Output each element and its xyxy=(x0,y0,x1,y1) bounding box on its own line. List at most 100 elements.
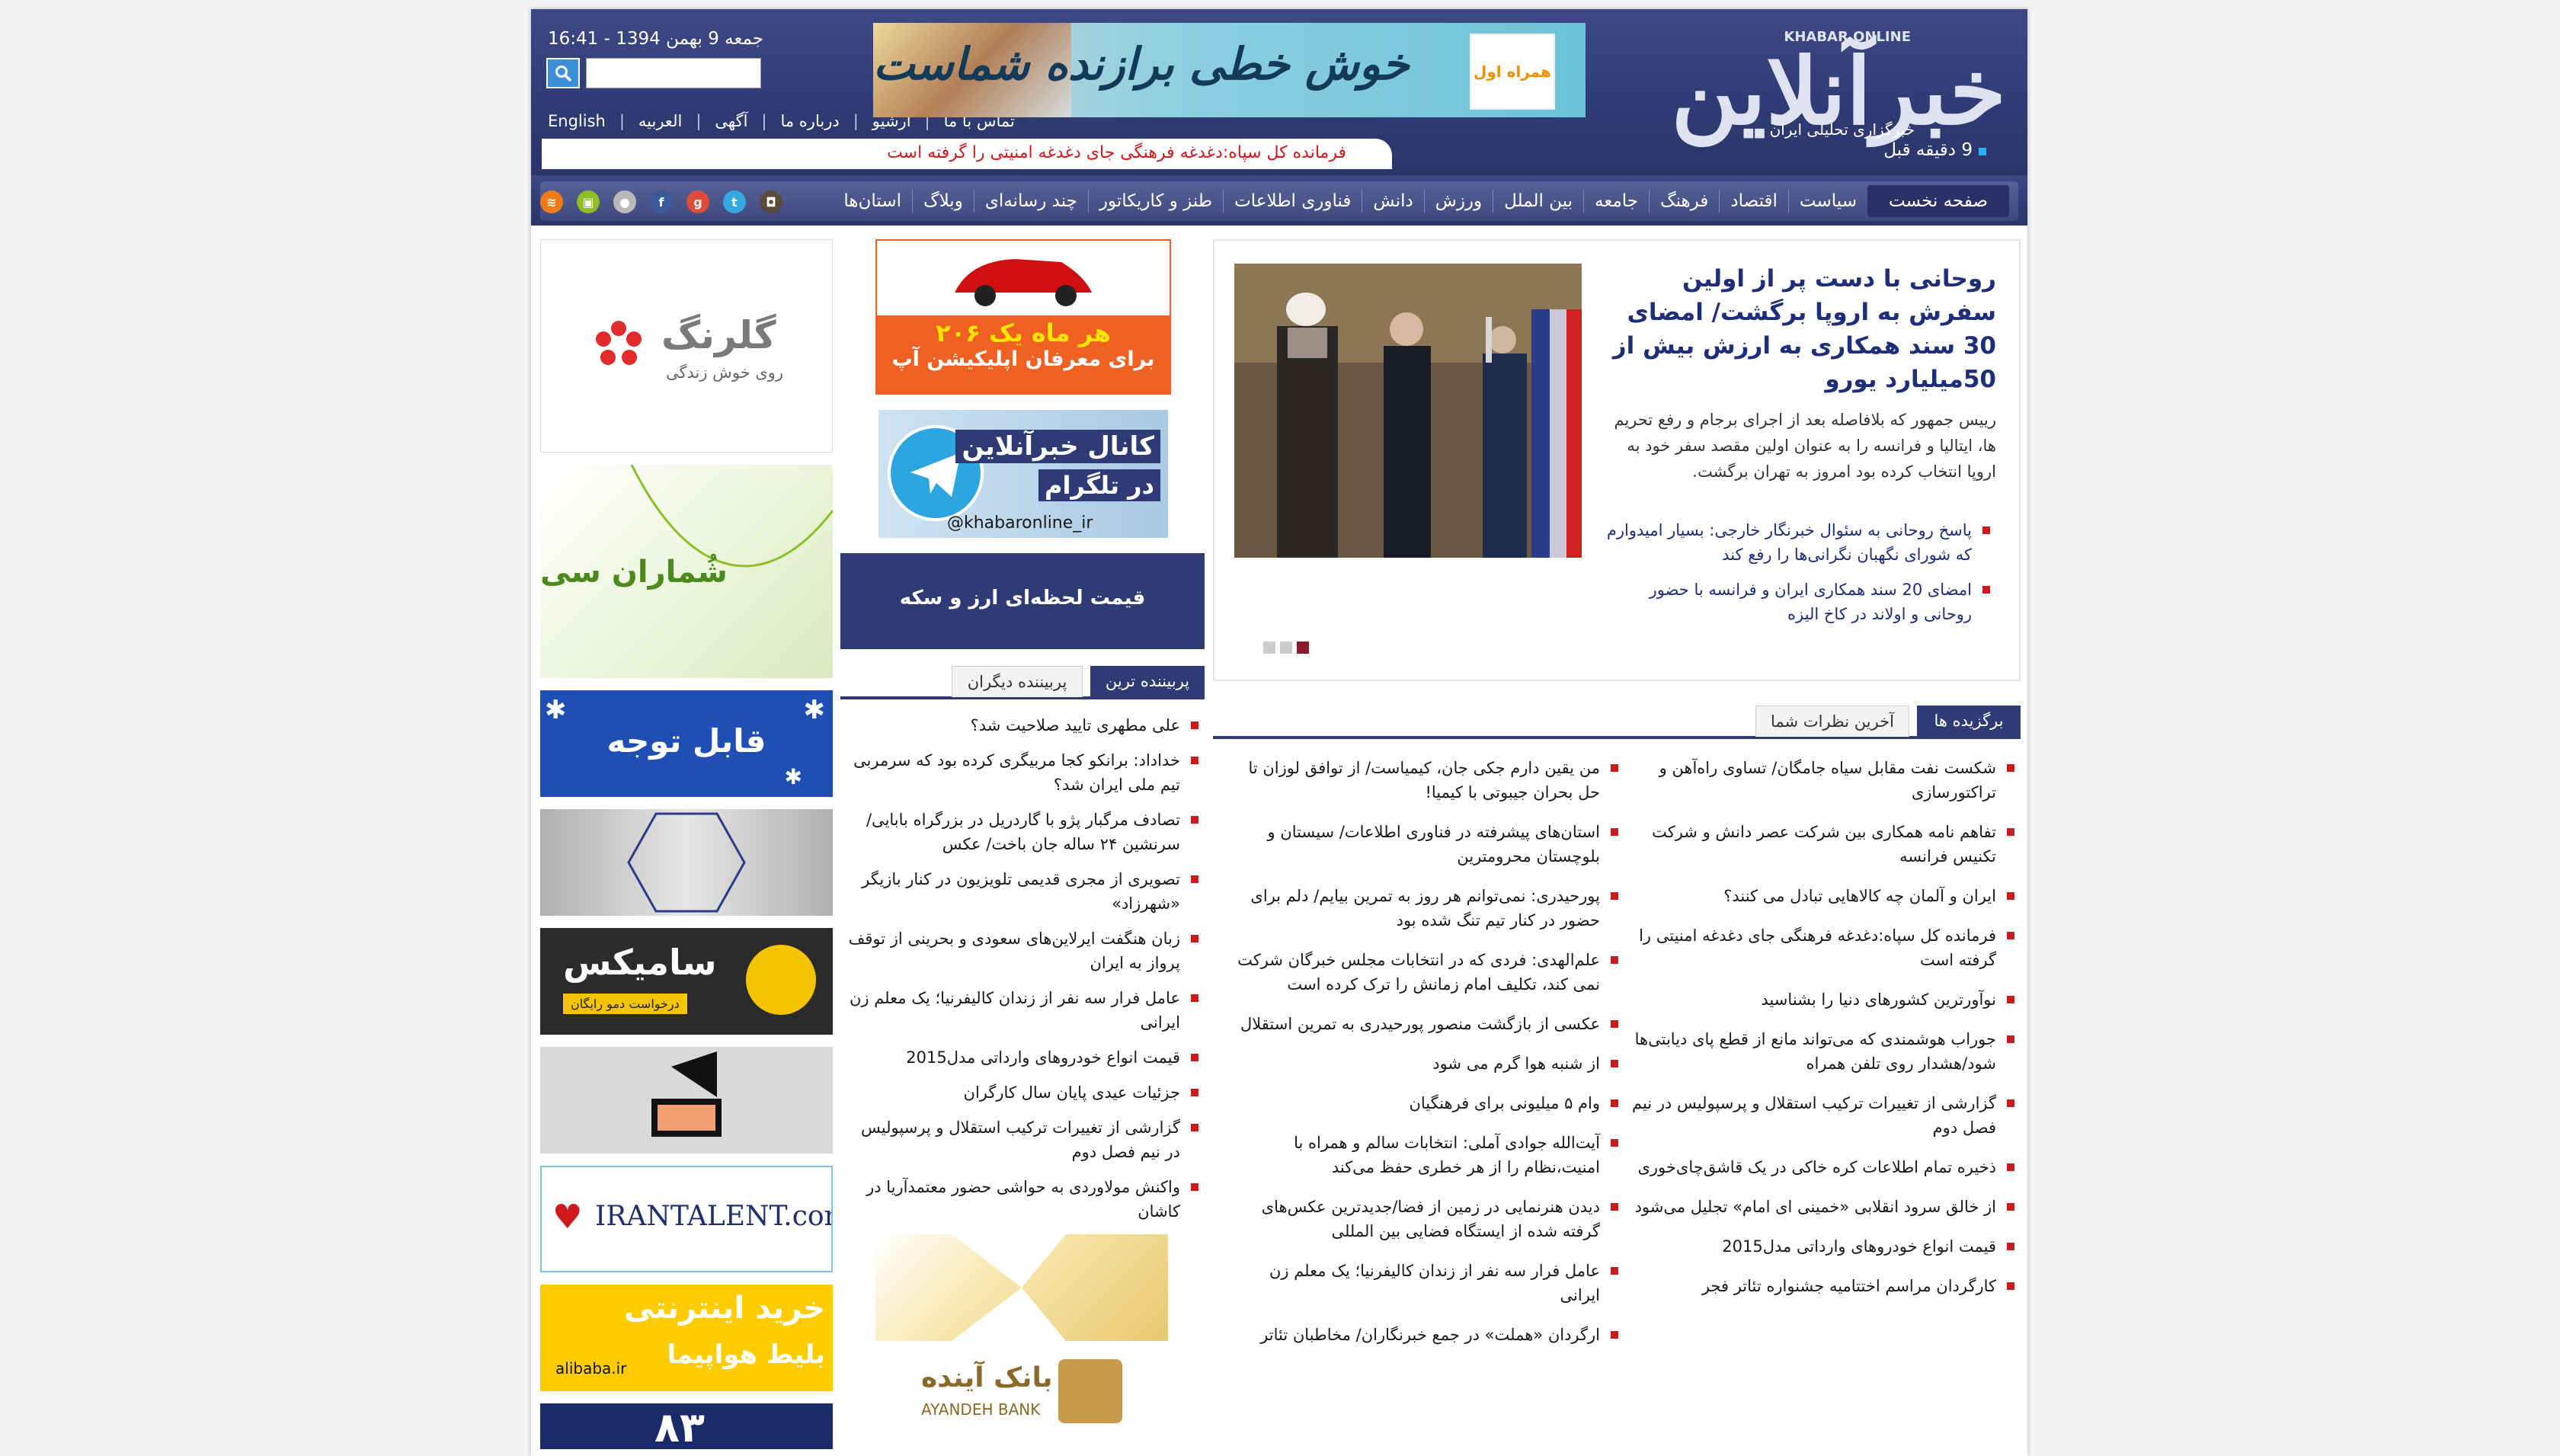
gold-ad[interactable] xyxy=(875,1234,1168,1341)
slider-dot[interactable] xyxy=(1263,642,1275,654)
news-list-item[interactable]: تصادف مرگبار پژو با گاردریل در بزرگراه ب… xyxy=(840,808,1205,856)
rss-icon[interactable]: ≋ xyxy=(540,190,563,213)
hexagon-icon xyxy=(627,812,746,913)
news-list-item[interactable]: نوآورترین کشورهای دنیا را بشناسید xyxy=(1624,987,2021,1012)
nav-economy[interactable]: اقتصاد xyxy=(1720,191,1788,211)
search-input[interactable] xyxy=(586,58,761,88)
nav-home[interactable]: صفحه نخست xyxy=(1867,185,2009,217)
tab-latest-comments[interactable]: آخرین نظرات شما xyxy=(1755,706,1909,737)
news-list-item[interactable]: ذخیره تمام اطلاعات کره خاکی در یک قاشق‌چ… xyxy=(1624,1155,2021,1179)
link-ads[interactable]: آگهی xyxy=(715,112,747,130)
news-list-item[interactable]: ارگردان «هملت» در جمع خبرنگاران/ مخاطبان… xyxy=(1228,1323,1624,1347)
news-list-item[interactable]: خداداد: برانکو کجا مربیگری کرده بود که س… xyxy=(840,748,1205,797)
samix-ad[interactable]: سامیکس درخواست دمو رایگان xyxy=(540,928,833,1035)
selected-col-right: شکست نفت مقابل سیاه جامگان/ تساوی راه‌آه… xyxy=(1624,756,2021,1362)
news-list-item[interactable]: از خالق سرود انقلابی «خمینی ای امام» تجل… xyxy=(1624,1195,2021,1219)
news-list-item[interactable]: استان‌های پیشرفته در فناوری اطلاعات/ سیس… xyxy=(1228,820,1624,869)
news-list-item[interactable]: گزارشی از تغییرات ترکیب استقلال و پرسپول… xyxy=(840,1115,1205,1164)
related-item[interactable]: پاسخ روحانی به سئوال خبرنگار خارجی: بسیا… xyxy=(1600,518,1996,567)
rates-title: قیمت لحظه‌ای ارز و سکه xyxy=(899,587,1146,610)
news-list-item[interactable]: کارگردان مراسم اختتامیه جشنواره تئاتر فج… xyxy=(1624,1274,2021,1298)
car-ad-line2: برای معرفان اپلیکیشن آپ xyxy=(891,347,1155,371)
related-item[interactable]: امضای 20 سند همکاری ایران و فرانسه با حض… xyxy=(1600,578,1996,626)
nav-it[interactable]: فناوری اطلاعات xyxy=(1224,191,1362,211)
lead-title[interactable]: روحانی با دست پر از اولین سفرش به اروپا … xyxy=(1600,262,1996,396)
bottom-ad[interactable]: ۸۳ xyxy=(540,1403,833,1449)
news-list-item[interactable]: من یقین دارم جکی جان، کیمیاست/ از توافق … xyxy=(1228,756,1624,805)
nav-politics[interactable]: سیاست xyxy=(1789,191,1867,211)
slider-dot[interactable] xyxy=(1280,642,1292,654)
news-list-item[interactable]: جزئیات عیدی پایان سال کارگران xyxy=(840,1080,1205,1105)
ayandeh-bank-ad[interactable]: بانک آینده AYANDEH BANK xyxy=(875,1355,1168,1428)
nav-humor[interactable]: طنز و کاریکاتور xyxy=(1089,191,1223,211)
news-list-item[interactable]: زبان هنگفت ایرلاین‌های سعودی و بحرینی از… xyxy=(840,926,1205,975)
car-ad[interactable]: هر ماه یک ۲۰۶ برای معرفان اپلیکیشن آپ xyxy=(875,239,1171,395)
ticker-headline[interactable]: فرمانده کل سپاه:دغدغه فرهنگی جای دغدغه ا… xyxy=(887,143,1346,162)
nav-sports[interactable]: ورزش xyxy=(1425,191,1493,211)
news-list-item[interactable]: شکست نفت مقابل سیاه جامگان/ تساوی راه‌آه… xyxy=(1624,756,2021,805)
facebook-icon[interactable]: f xyxy=(650,190,673,213)
lead-story[interactable]: روحانی با دست پر از اولین سفرش به اروپا … xyxy=(1213,239,2021,681)
news-list-item[interactable]: علم‌الهدی: فردی که در انتخابات مجلس خبرگ… xyxy=(1228,948,1624,997)
news-list-item[interactable]: آیت‌الله جوادی آملی: انتخابات سالم و همر… xyxy=(1228,1131,1624,1179)
news-list-item[interactable]: عامل فرار سه نفر از زندان کالیفرنیا؛ یک … xyxy=(840,986,1205,1035)
tab-most-viewed[interactable]: پربیننده ترین xyxy=(1090,666,1205,696)
nav-international[interactable]: بین الملل xyxy=(1493,191,1583,211)
twitter-icon[interactable]: t xyxy=(723,190,746,213)
news-list-item[interactable]: فرمانده کل سپاه:دغدغه فرهنگی جای دغدغه ا… xyxy=(1624,923,2021,972)
telegram-ad[interactable]: کانال خبرآنلاین در تلگرام @khabaronline_… xyxy=(878,410,1168,538)
attention-ad[interactable]: قابل توجه ✱ ✱ ✱ xyxy=(540,690,833,797)
search-button[interactable] xyxy=(546,58,580,88)
gramophone-ad[interactable] xyxy=(540,1047,833,1154)
search-icon xyxy=(555,66,572,82)
news-list-item[interactable]: پورحیدری: نمی‌توانم هر روز به تمرین بیای… xyxy=(1228,884,1624,933)
nav-provinces[interactable]: استان‌ها xyxy=(833,191,912,211)
car-ad-line1: هر ماه یک ۲۰۶ xyxy=(936,318,1111,347)
middle-column: هر ماه یک ۲۰۶ برای معرفان اپلیکیشن آپ کا… xyxy=(840,239,1205,1428)
nav-multimedia[interactable]: چند رسانه‌ای xyxy=(974,191,1088,211)
apple-icon[interactable]: ● xyxy=(613,190,636,213)
googleplus-icon[interactable]: g xyxy=(686,190,709,213)
link-arabic[interactable]: العربیه xyxy=(638,112,682,130)
news-ticker[interactable]: فرمانده کل سپاه:دغدغه فرهنگی جای دغدغه ا… xyxy=(542,139,1392,169)
bank-name-fa: بانک آینده xyxy=(921,1362,1053,1394)
nav-society[interactable]: جامعه xyxy=(1584,191,1649,211)
nav-blog[interactable]: وبلاگ xyxy=(913,191,974,211)
site-logo[interactable]: خبرآنلاین KHABAR ONLINE خبرگزاری تحلیلی … xyxy=(1671,23,2009,146)
news-list-item[interactable]: واکنش مولاوردی به حواشی حضور معتمدآریا د… xyxy=(840,1175,1205,1224)
news-list-item[interactable]: عکسی از بازگشت منصور پورحیدری به تمرین ا… xyxy=(1228,1012,1624,1036)
irantalent-ad[interactable]: IRANTALENT.com ♥ xyxy=(540,1166,833,1272)
news-list-item[interactable]: ایران و آلمان چه کالاهایی تبادل می کنند؟ xyxy=(1624,884,2021,908)
shomaran-title: شُماران سی xyxy=(540,555,728,590)
news-list-item[interactable]: عامل فرار سه نفر از زندان کالیفرنیا؛ یک … xyxy=(1228,1259,1624,1307)
hexagon-ad[interactable] xyxy=(540,809,833,916)
instagram-icon[interactable]: ◘ xyxy=(760,190,782,213)
android-icon[interactable]: ▣ xyxy=(577,190,600,213)
shomaran-ad[interactable]: شُماران سی xyxy=(540,465,833,678)
telegram-handle: @khabaronline_ir xyxy=(947,514,1093,533)
tab-others-viewed[interactable]: پربیننده دیگران xyxy=(952,666,1083,697)
nav-culture[interactable]: فرهنگ xyxy=(1650,191,1719,211)
news-list-item[interactable]: جوراب هوشمندی که می‌تواند مانع از قطع پا… xyxy=(1624,1027,2021,1076)
nav-science[interactable]: دانش xyxy=(1362,191,1423,211)
news-list-item[interactable]: گزارشی از تغییرات ترکیب استقلال و پرسپول… xyxy=(1624,1091,2021,1140)
samix-logo-icon xyxy=(746,945,816,1015)
top-banner-ad[interactable]: خوش خطی برازنده شماست ... همراه اول xyxy=(873,23,1586,117)
news-list-item[interactable]: قیمت انواع خودروهای وارداتی مدل2015 xyxy=(1624,1234,2021,1259)
link-about[interactable]: درباره ما xyxy=(780,112,839,130)
news-list-item[interactable]: تصویری از مجری قدیمی تلویزیون در کنار با… xyxy=(840,867,1205,916)
golrang-ad[interactable]: گلرنگ روی خوش زندگی xyxy=(540,239,833,453)
news-list-item[interactable]: تفاهم نامه همکاری بین شرکت عصر دانش و شر… xyxy=(1624,820,2021,869)
alibaba-ad[interactable]: خرید اینترنتی بلیط هواپیما alibaba.ir xyxy=(540,1285,833,1391)
news-list-item[interactable]: قیمت انواع خودروهای وارداتی مدل2015 xyxy=(840,1045,1205,1070)
news-list-item[interactable]: علی مطهری تایید صلاحیت شد؟ xyxy=(840,713,1205,738)
link-english[interactable]: English xyxy=(548,112,606,130)
logo-tagline: خبرگزاری تحلیلی ایران xyxy=(1769,120,1915,139)
news-list-item[interactable]: دیدن هنرنمایی در زمین از فضا/جدیدترین عک… xyxy=(1228,1195,1624,1243)
tab-selected[interactable]: برگزیده ها xyxy=(1917,706,2021,736)
slider-dot-active[interactable] xyxy=(1297,642,1309,654)
bullet-icon xyxy=(1979,148,1986,155)
news-list-item[interactable]: از شنبه هوا گرم می شود xyxy=(1228,1051,1624,1076)
news-list-item[interactable]: وام ۵ میلیونی برای فرهنگیان xyxy=(1228,1091,1624,1115)
rates-box[interactable]: قیمت لحظه‌ای ارز و سکه xyxy=(840,553,1205,649)
